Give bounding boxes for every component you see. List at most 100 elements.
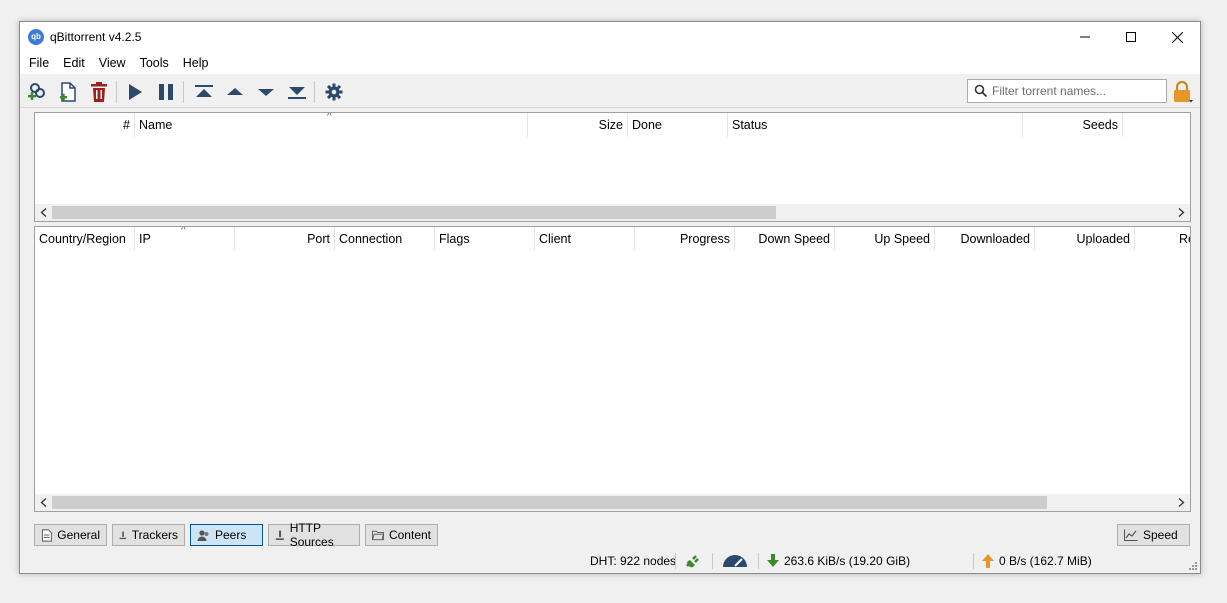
column-header-done[interactable]: Done: [628, 113, 728, 137]
download-speed-text: 263.6 KiB/s (19.20 GiB): [784, 554, 911, 568]
filter-torrent-box[interactable]: [967, 79, 1167, 103]
sort-ascending-icon: ^: [181, 227, 186, 236]
upload-arrow-icon: [982, 554, 994, 568]
maximize-icon: [1126, 32, 1136, 42]
tab-label: Trackers: [131, 528, 178, 542]
toolbar: [20, 74, 1200, 108]
resize-grip-icon[interactable]: [1188, 561, 1198, 571]
scroll-right-icon[interactable]: [1173, 204, 1190, 221]
app-window: qb qBittorrent v4.2.5 File Edit View Too…: [19, 21, 1201, 574]
close-button[interactable]: [1154, 22, 1200, 52]
scroll-thumb[interactable]: [52, 206, 776, 219]
column-header-flags[interactable]: Flags: [435, 227, 535, 251]
upload-speed-text: 0 B/s (162.7 MiB): [999, 554, 1092, 568]
qbittorrent-logo-icon: qb: [28, 29, 44, 45]
menu-tools[interactable]: Tools: [133, 56, 176, 70]
move-top-button[interactable]: [192, 80, 216, 104]
scroll-left-icon[interactable]: [35, 494, 52, 511]
speed-limits-button[interactable]: [722, 552, 748, 570]
chart-line-icon: [1124, 529, 1138, 541]
tab-label: Content: [388, 528, 431, 542]
column-header-size[interactable]: Size: [528, 113, 628, 137]
peers-list[interactable]: Country/Region IP ^ Port Connection Flag…: [34, 226, 1191, 512]
scroll-thumb[interactable]: [52, 496, 1047, 509]
speed-button-label: Speed: [1143, 528, 1178, 542]
plug-connected-icon: [686, 555, 699, 568]
pause-icon: [159, 84, 173, 100]
add-link-icon: [28, 83, 45, 100]
tab-general[interactable]: General: [34, 524, 107, 546]
move-top-icon: [195, 85, 213, 97]
column-header-client[interactable]: Client: [535, 227, 635, 251]
column-header-port[interactable]: Port: [235, 227, 335, 251]
move-down-button[interactable]: [254, 80, 278, 104]
users-icon: [197, 529, 209, 541]
http-source-icon: [275, 530, 284, 540]
arrow-up-icon: [227, 88, 243, 95]
status-bar: DHT: 922 nodes 263.6 KiB/s (19.20 GiB) 0…: [20, 549, 1200, 573]
upload-speed: 0 B/s (162.7 MiB): [982, 552, 1092, 570]
column-header-down-speed[interactable]: Down Speed: [735, 227, 835, 251]
tab-label: HTTP Sources: [289, 521, 334, 549]
scroll-right-icon[interactable]: [1173, 494, 1190, 511]
torrent-table-header: # Name ^ Size Done Status Seeds: [35, 113, 1190, 137]
menu-file[interactable]: File: [22, 56, 56, 70]
trash-icon: [91, 82, 107, 102]
column-header-up-speed[interactable]: Up Speed: [835, 227, 935, 251]
torrent-horizontal-scrollbar[interactable]: [35, 204, 1190, 221]
close-icon: [1171, 31, 1183, 43]
speed-button[interactable]: Speed: [1117, 524, 1190, 546]
tab-trackers[interactable]: Trackers: [112, 524, 185, 546]
tab-label: General: [57, 528, 100, 542]
tab-peers[interactable]: Peers: [190, 524, 263, 546]
minimize-button[interactable]: [1062, 22, 1108, 52]
column-header-number[interactable]: #: [35, 113, 135, 137]
column-header-downloaded[interactable]: Downloaded: [935, 227, 1035, 251]
tab-label: Peers: [215, 528, 247, 542]
maximize-button[interactable]: [1108, 22, 1154, 52]
menu-bar: File Edit View Tools Help: [20, 52, 1200, 74]
move-bottom-icon: [288, 87, 306, 99]
gear-icon: [325, 83, 343, 101]
column-header-seeds[interactable]: Seeds: [1023, 113, 1123, 137]
column-header-country-region[interactable]: Country/Region: [35, 227, 135, 251]
add-torrent-link-button[interactable]: [25, 80, 49, 104]
lock-button[interactable]: [1172, 80, 1194, 104]
column-header-progress[interactable]: Progress: [635, 227, 735, 251]
menu-help[interactable]: Help: [176, 56, 216, 70]
column-header-connection[interactable]: Connection: [335, 227, 435, 251]
peers-horizontal-scrollbar[interactable]: [35, 494, 1190, 511]
window-title: qBittorrent v4.2.5: [50, 30, 142, 44]
lock-icon: [1174, 80, 1193, 103]
column-header-relevance[interactable]: Re: [1175, 227, 1190, 251]
options-button[interactable]: [322, 80, 346, 104]
pause-button[interactable]: [154, 80, 178, 104]
dht-status: DHT: 922 nodes: [590, 554, 677, 568]
add-torrent-file-button[interactable]: [56, 80, 80, 104]
tab-http-sources[interactable]: HTTP Sources: [268, 521, 360, 549]
arrow-down-icon: [258, 89, 274, 96]
download-arrow-icon: [767, 554, 779, 567]
filter-torrent-input[interactable]: [992, 84, 1162, 98]
tab-content[interactable]: Content: [365, 524, 438, 546]
speedometer-icon: [723, 555, 747, 567]
move-bottom-button[interactable]: [285, 80, 309, 104]
sort-ascending-icon: ^: [327, 113, 332, 122]
move-up-button[interactable]: [223, 80, 247, 104]
column-header-uploaded[interactable]: Uploaded: [1035, 227, 1135, 251]
search-icon: [974, 84, 988, 98]
scroll-left-icon[interactable]: [35, 204, 52, 221]
menu-view[interactable]: View: [92, 56, 133, 70]
column-header-status[interactable]: Status: [728, 113, 1023, 137]
document-icon: [41, 528, 52, 542]
torrent-list[interactable]: # Name ^ Size Done Status Seeds: [34, 112, 1191, 222]
resume-button[interactable]: [123, 80, 147, 104]
menu-edit[interactable]: Edit: [56, 56, 92, 70]
connection-status-button[interactable]: [684, 552, 702, 570]
add-file-icon: [60, 82, 76, 102]
download-speed: 263.6 KiB/s (19.20 GiB): [767, 552, 910, 570]
tracker-icon: [119, 531, 127, 539]
delete-button[interactable]: [87, 80, 111, 104]
title-bar: qb qBittorrent v4.2.5: [20, 22, 1200, 52]
folder-icon: [372, 530, 384, 541]
